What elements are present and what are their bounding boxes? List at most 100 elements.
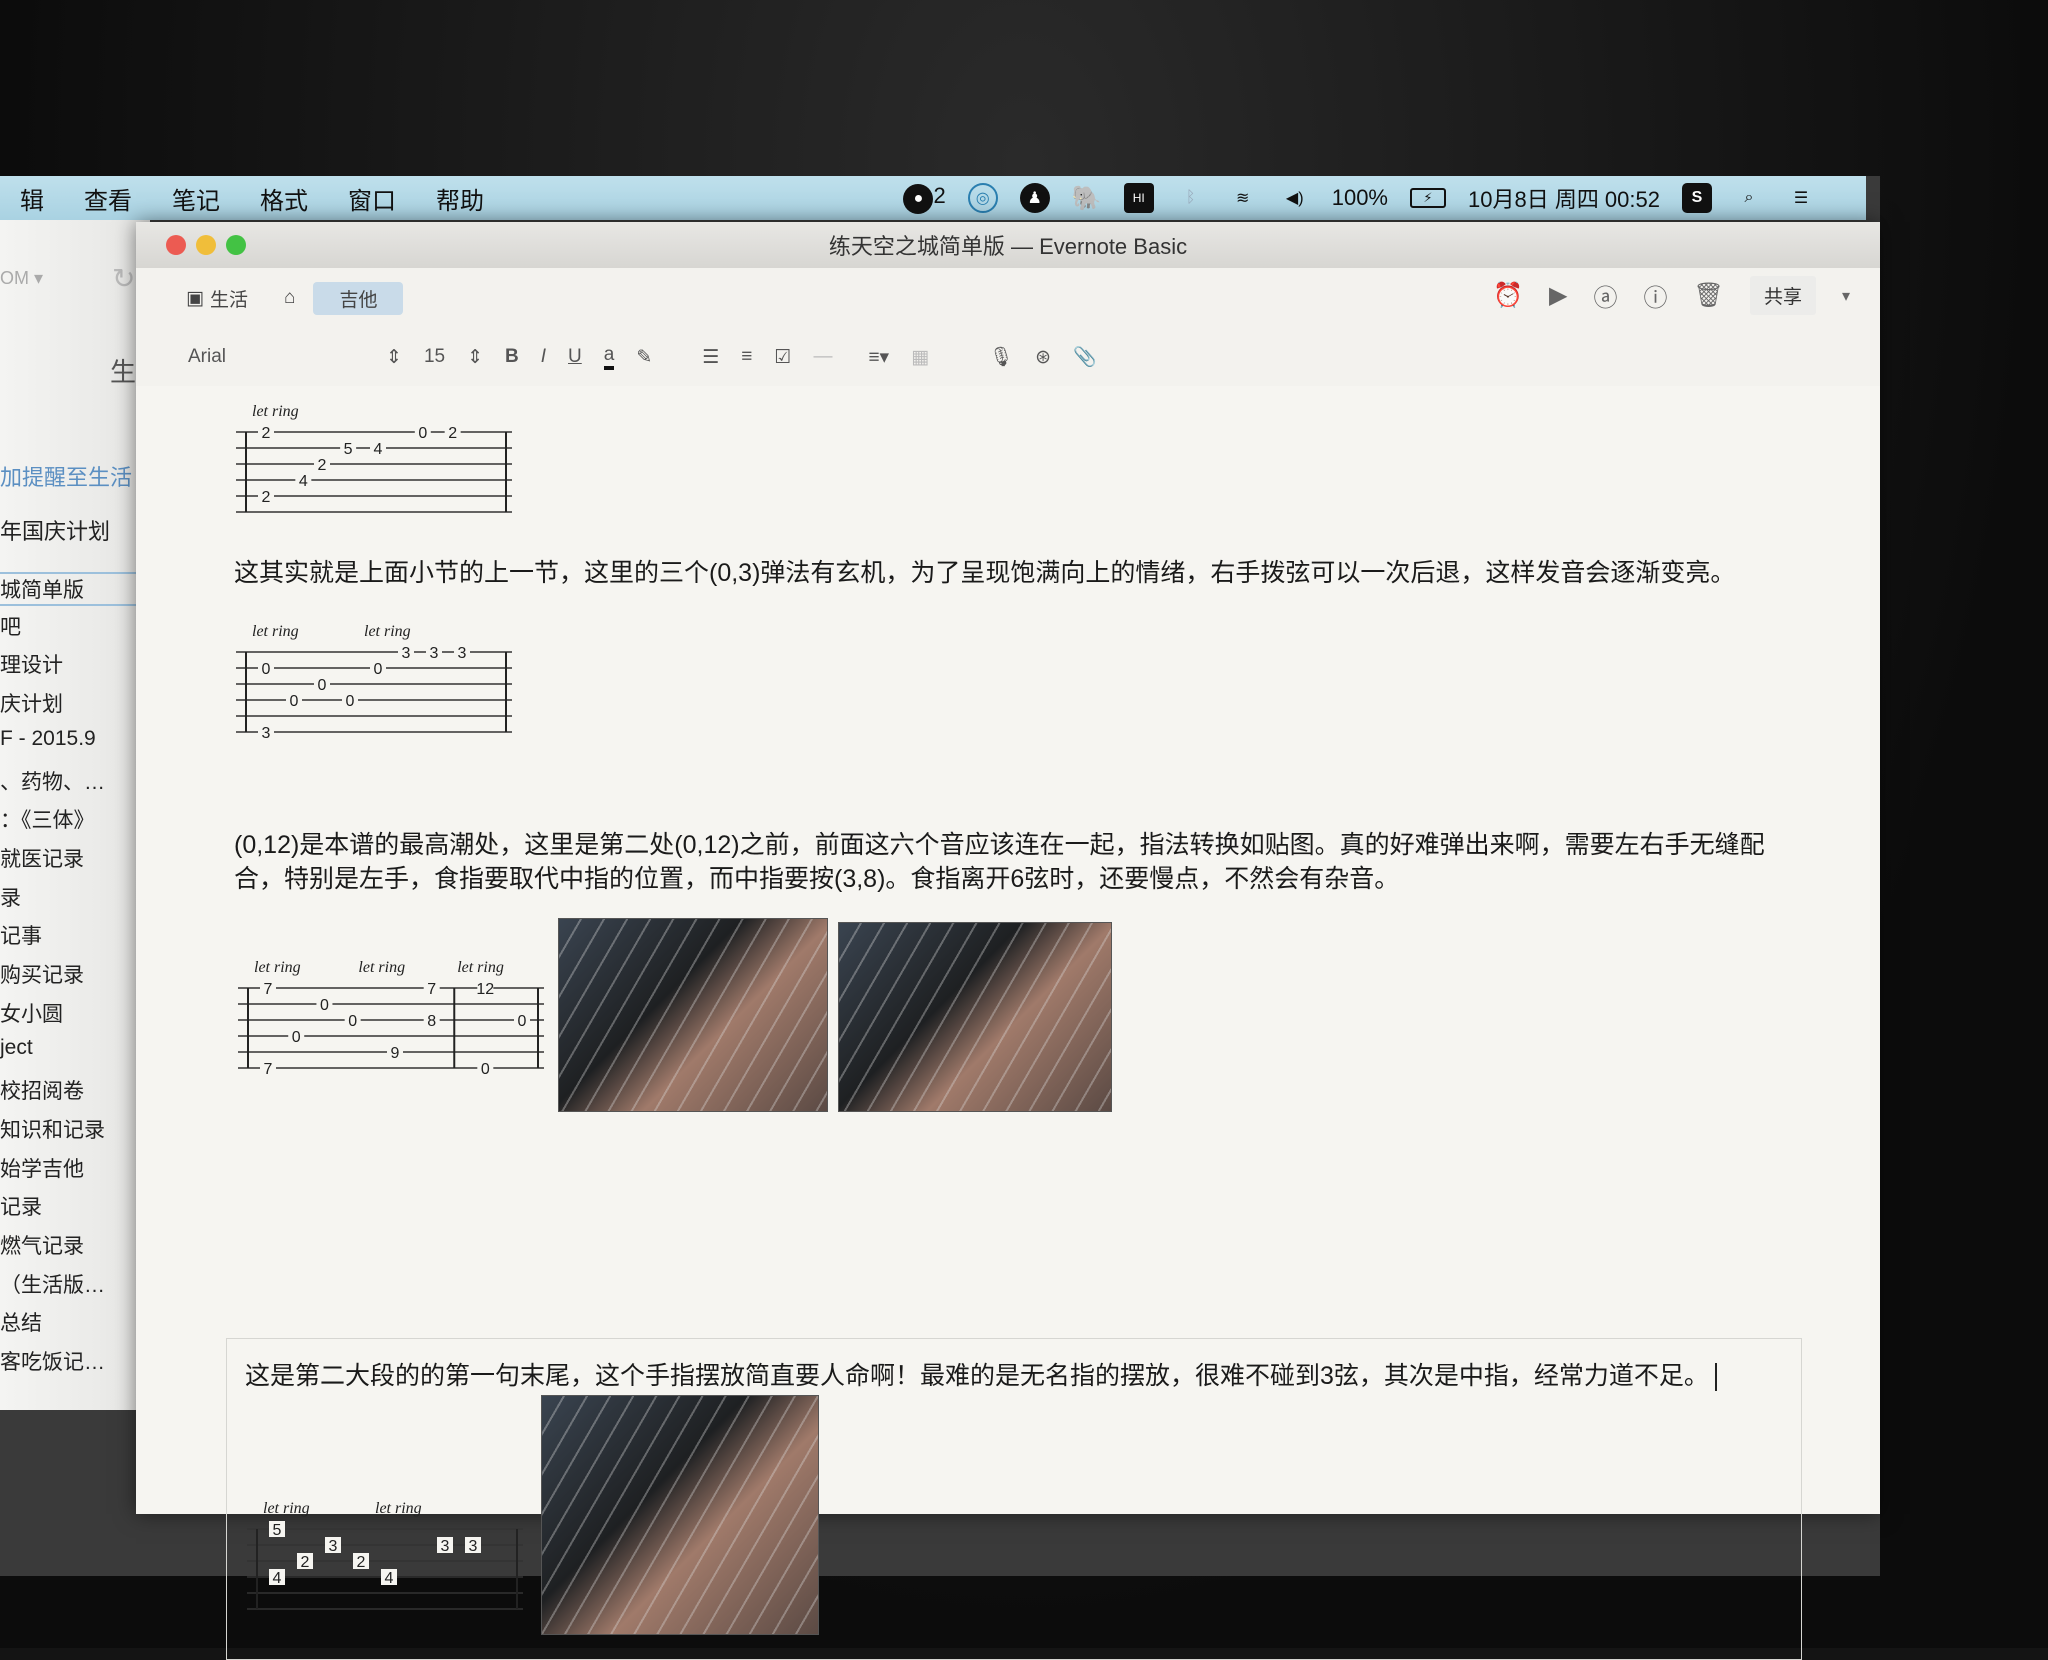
italic-button[interactable]: I (541, 346, 546, 368)
guitar-tab-3: let ring let ring let ring 7 7 0 0 0 9 8 7 12 0 0 (238, 959, 544, 1078)
highlight-icon[interactable]: ✎ (636, 346, 652, 369)
tab-fret-number: 3 (441, 1538, 450, 1555)
presentation-icon[interactable]: ▶ (1549, 281, 1567, 310)
battery-icon[interactable]: ⚡ (1410, 188, 1446, 208)
bullet-list-icon[interactable]: ☰ (702, 346, 719, 369)
tab-fret-number: 3 (430, 645, 439, 662)
info-icon[interactable]: ⓘ (1643, 278, 1667, 313)
text-cursor (1714, 1363, 1717, 1392)
note-list-item[interactable]: 始学吉他 (0, 1153, 84, 1183)
tab-fret-number: 0 (262, 661, 271, 678)
menu-note[interactable]: 笔记 (152, 181, 240, 216)
note-list-item[interactable]: 记事 (0, 920, 42, 950)
checkbox-icon[interactable]: ☑ (774, 346, 791, 369)
note-list-item[interactable]: ject (0, 1036, 33, 1060)
menu-window[interactable]: 窗口 (328, 181, 416, 216)
share-button[interactable]: 共享 (1749, 276, 1816, 315)
share-dropdown-chevron-icon[interactable]: ▾ (1842, 286, 1850, 306)
menu-format[interactable]: 格式 (240, 181, 328, 216)
guitar-tab-1: let ring22425 40 2 (236, 403, 512, 513)
note-paragraph-3[interactable]: (0,12)是本谱的最高潮处，这里是第二处(0,12)之前，前面这六个音应该连在… (234, 828, 1774, 896)
active-paragraph-box[interactable]: 这是第二大段的的第一句末尾，这个手指摆放简直要人命啊！最难的是无名指的摆放，很难… (226, 1338, 1802, 1660)
menu-help[interactable]: 帮助 (416, 181, 504, 216)
note-list-item[interactable]: 总结 (0, 1307, 42, 1337)
attachment-icon[interactable]: 📎 (1073, 345, 1097, 369)
tab-fret-number: 4 (385, 1570, 394, 1587)
evernote-icon[interactable]: 🐘 (1072, 183, 1102, 213)
bluetooth-icon[interactable]: ᛒ (1176, 183, 1206, 213)
note-list-item[interactable]: 女小圆 (0, 998, 63, 1028)
note-list-item[interactable]: 知识和记录 (0, 1114, 105, 1144)
tab-fret-number: 7 (264, 981, 273, 998)
text-color-button[interactable]: a (603, 344, 615, 370)
note-list-item[interactable]: 校招阅卷 (0, 1075, 84, 1105)
menu-edit[interactable]: 辑 (0, 181, 64, 216)
browser-icon[interactable]: ◎ (967, 183, 998, 213)
tab-fret-number: 4 (299, 473, 308, 490)
zoom-button[interactable] (226, 235, 246, 255)
volume-icon[interactable]: ◀) (1280, 183, 1310, 213)
qq-icon[interactable]: ♟ (1019, 183, 1050, 213)
tag-chip[interactable]: 吉他 (313, 281, 404, 315)
horizontal-rule-icon[interactable]: — (813, 346, 832, 368)
note-list-item[interactable]: 城简单版 (0, 572, 150, 606)
work-chat-icon[interactable]: ⓐ (1593, 278, 1617, 313)
note-list-item[interactable]: F - 2015.9 (0, 727, 96, 751)
tag-icon[interactable]: ⌂ (284, 287, 295, 309)
wifi-icon[interactable]: ≋ (1228, 183, 1258, 213)
bold-button[interactable]: B (505, 346, 519, 368)
tab-fret-number: 0 (481, 1061, 490, 1078)
tab-fret-number: 4 (273, 1570, 282, 1587)
note-list-item[interactable]: 燃气记录 (0, 1230, 84, 1260)
notification-center-icon[interactable]: ☰ (1786, 183, 1816, 213)
tab-fret-number: 0 (346, 693, 355, 710)
reminder-alarm-icon[interactable]: ⏰ (1493, 281, 1523, 310)
hi-icon[interactable]: HI (1123, 183, 1154, 213)
font-family-stepper-icon[interactable]: ⇕ (386, 346, 402, 369)
note-list-item[interactable]: 客吃饭记… (0, 1346, 105, 1376)
reminder-note[interactable]: 年国庆计划 (0, 514, 110, 546)
account-menu[interactable]: OM ▾ (0, 268, 43, 289)
table-icon[interactable]: ▦ (911, 346, 929, 369)
note-list-item[interactable]: 、药物、… (0, 766, 105, 796)
note-list-item[interactable]: 录 (0, 882, 21, 912)
note-paragraph-2[interactable]: 这其实就是上面小节的上一节，这里的三个(0,3)弹法有玄机，为了呈现饱满向上的情… (234, 556, 1735, 590)
add-reminder-link[interactable]: 加提醒至生活 (0, 460, 132, 492)
font-size-select[interactable]: 15 (424, 346, 445, 368)
note-list-item[interactable]: 理设计 (0, 649, 63, 679)
note-list-item[interactable]: 就医记录 (0, 843, 84, 873)
tab-fret-number: 12 (476, 981, 494, 998)
note-paragraph-4[interactable]: 这是第二大段的的第一句末尾，这个手指摆放简直要人命啊！最难的是无名指的摆放，很难… (245, 1359, 1717, 1393)
camera-aperture-icon[interactable]: ⊛ (1035, 346, 1051, 369)
note-window: 练天空之城简单版 — Evernote Basic ▣ 生活 ⌂ 吉他 ⏰ ▶ … (136, 222, 1880, 1660)
trash-icon[interactable]: 🗑 (1693, 281, 1723, 310)
tab-fret-number: 4 (374, 441, 383, 458)
notebook-icon: ▣ (186, 287, 204, 309)
sync-icon[interactable]: ↻ (112, 262, 135, 295)
note-body[interactable]: let ring 2 2 4 2 5 4 0 2 这其实就是上面小节的上一节，这里的三个(0,3… (136, 386, 1880, 1660)
minimize-button[interactable] (196, 235, 216, 255)
note-paragraph-4-text: 这是第二大段的的第一句末尾，这个手指摆放简直要人命啊！最难的是无名指的摆放，很难… (245, 1362, 1709, 1390)
font-family-select[interactable]: Arial (188, 346, 226, 368)
tab-fret-number: 5 (273, 1522, 282, 1539)
spotlight-search-icon[interactable]: ⌕ (1734, 183, 1764, 213)
notebook-selector[interactable]: 生活 (210, 285, 248, 312)
note-list-item[interactable]: 吧 (0, 611, 21, 641)
microphone-icon[interactable]: 🎙 (989, 345, 1013, 369)
clock[interactable]: 10月8日 周四 00:52 (1468, 182, 1660, 214)
close-button[interactable] (166, 235, 186, 255)
note-list-item[interactable]: 记录 (0, 1191, 42, 1221)
tab-fret-number: 7 (427, 981, 436, 998)
note-list-item[interactable]: 庆计划 (0, 688, 63, 718)
font-size-stepper-icon[interactable]: ⇕ (467, 346, 483, 369)
note-list-item[interactable]: 购买记录 (0, 959, 84, 989)
guitar-tab-2: let ring let ring 3 0 0 0 0 0 3 3 3 (236, 623, 512, 742)
s-app-icon[interactable]: S (1682, 183, 1712, 213)
menu-view[interactable]: 查看 (64, 181, 152, 216)
align-icon[interactable]: ≡▾ (868, 346, 889, 369)
note-list-item[interactable]: （生活版… (0, 1269, 105, 1299)
chat-app-icon[interactable]: ● (903, 183, 934, 214)
numbered-list-icon[interactable]: ≡ (741, 346, 752, 368)
underline-button[interactable]: U (568, 346, 582, 368)
note-list-item[interactable]: ：《三体》 (0, 804, 95, 834)
